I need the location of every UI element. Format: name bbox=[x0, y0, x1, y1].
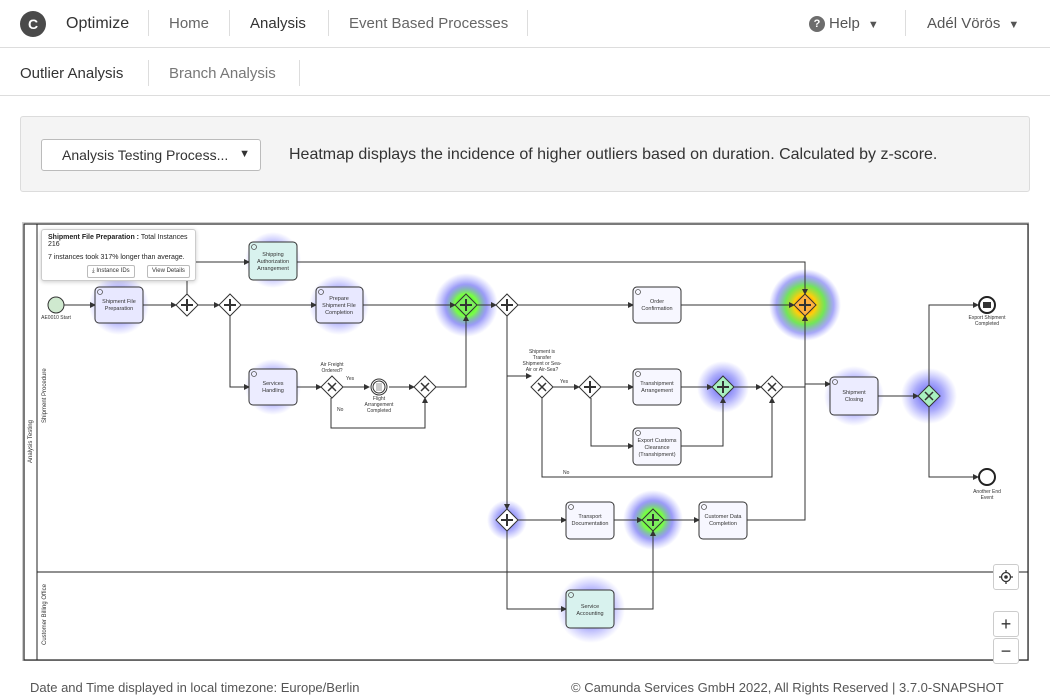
bpmn-diagram[interactable]: Analysis Testing Shipment Procedure Cust… bbox=[22, 222, 1029, 664]
subnav-divider bbox=[148, 60, 149, 86]
heatmap-info-text: Heatmap displays the incidence of higher… bbox=[289, 146, 938, 163]
svg-text:Shipment FilePreparation: Shipment File Preparation bbox=[102, 299, 136, 312]
flow-label-yes: Yes bbox=[560, 379, 569, 385]
flow-label-no: No bbox=[563, 470, 570, 476]
app-brand[interactable]: Optimize bbox=[66, 15, 129, 33]
pool-label: Analysis Testing bbox=[28, 420, 34, 463]
nav-divider bbox=[527, 10, 528, 36]
lane-label-customer-billing: Customer Billing Office bbox=[42, 583, 48, 645]
chevron-down-icon: ▼ bbox=[1008, 19, 1020, 31]
tab-branch-analysis[interactable]: Branch Analysis bbox=[169, 65, 276, 82]
gateway-label-air-freight: Air Freight Ordered? bbox=[320, 362, 344, 374]
tooltip-title: Shipment File Preparation : bbox=[48, 234, 140, 241]
heatmap-tooltip: Shipment File Preparation : Total Instan… bbox=[41, 229, 196, 281]
subnav-divider bbox=[299, 60, 300, 86]
camunda-logo[interactable]: C bbox=[20, 11, 46, 37]
intermediate-event-flight-arrangement[interactable] bbox=[370, 378, 388, 396]
svg-text:ServicesHandling: Services Handling bbox=[262, 381, 284, 394]
user-menu[interactable]: Adél Vörös ▼ bbox=[927, 15, 1019, 32]
nav-event-based-processes[interactable]: Event Based Processes bbox=[349, 15, 508, 32]
flow-label-no: No bbox=[337, 407, 344, 413]
fit-diagram-button[interactable] bbox=[993, 564, 1019, 590]
bpmn-canvas: Analysis Testing Shipment Procedure Cust… bbox=[23, 223, 1029, 661]
lane-label-shipment-procedure: Shipment Procedure bbox=[42, 368, 48, 423]
nav-divider bbox=[229, 10, 230, 36]
help-icon: ? bbox=[809, 16, 825, 32]
help-menu[interactable]: ? Help ▼ bbox=[809, 15, 879, 32]
chevron-down-icon: ▼ bbox=[239, 148, 250, 160]
svg-text:ShipmentClosing: Shipment Closing bbox=[842, 390, 866, 403]
copyright: © Camunda Services GmbH 2022, All Rights… bbox=[571, 680, 1004, 695]
zoom-in-button[interactable]: + bbox=[993, 611, 1019, 637]
nav-home[interactable]: Home bbox=[169, 15, 209, 32]
flow-label-yes: Yes bbox=[346, 376, 355, 382]
tab-outlier-analysis[interactable]: Outlier Analysis bbox=[20, 65, 123, 82]
process-select-value: Analysis Testing Process... bbox=[62, 147, 229, 163]
nav-divider bbox=[905, 10, 906, 36]
crosshair-icon bbox=[999, 570, 1013, 584]
user-name: Adél Vörös bbox=[927, 15, 1001, 32]
nav-divider bbox=[328, 10, 329, 36]
analysis-subnav: Outlier Analysis Branch Analysis bbox=[0, 48, 1050, 96]
end-event-export-shipment-completed[interactable] bbox=[978, 296, 996, 314]
svg-text:Customer DataCompletion: Customer Data Completion bbox=[705, 514, 743, 527]
tooltip-detail: 7 instances took 317% longer than averag… bbox=[48, 254, 185, 261]
help-label: Help bbox=[829, 15, 860, 32]
zoom-out-button[interactable]: − bbox=[993, 638, 1019, 664]
instance-ids-button[interactable]: ⤓ Instance IDs bbox=[87, 265, 135, 278]
process-select[interactable]: Analysis Testing Process... ▼ bbox=[41, 139, 261, 171]
nav-analysis[interactable]: Analysis bbox=[250, 15, 306, 32]
chevron-down-icon: ▼ bbox=[867, 19, 879, 31]
download-icon: ⤓ bbox=[92, 268, 95, 274]
top-navigation-bar: C Optimize Home Analysis Event Based Pro… bbox=[0, 0, 1050, 48]
view-details-button[interactable]: View Details bbox=[147, 265, 190, 278]
start-event-label: AE0010 Start bbox=[41, 315, 71, 321]
task-prepare-shipment-file-completion[interactable]: Prepare Shipment File Completion bbox=[315, 286, 364, 324]
end-event-another[interactable] bbox=[978, 468, 996, 486]
nav-divider bbox=[148, 10, 149, 36]
timezone-note: Date and Time displayed in local timezon… bbox=[30, 680, 360, 695]
svg-text:TranshipmentArrangement: Transhipment Arrangement bbox=[640, 381, 674, 394]
control-panel: Analysis Testing Process... ▼ Heatmap di… bbox=[20, 116, 1030, 192]
